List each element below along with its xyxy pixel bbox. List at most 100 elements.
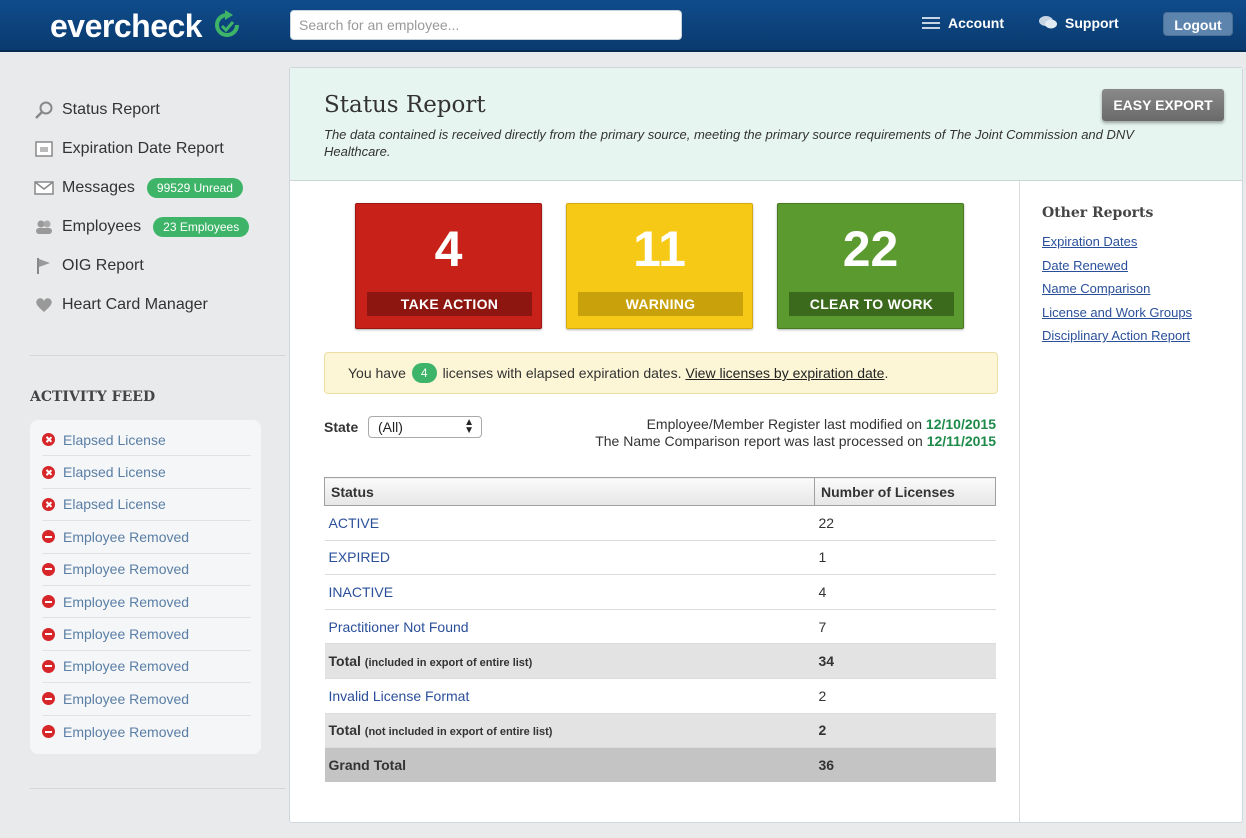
sidebar-item-label: Expiration Date Report bbox=[62, 139, 224, 157]
activity-feed-title: ACTIVITY FEED bbox=[30, 389, 156, 405]
minus-circle-icon bbox=[42, 562, 55, 576]
sidebar-item-label: Messages bbox=[62, 178, 135, 196]
table-header-row: Status Number of Licenses bbox=[324, 477, 996, 506]
license-count: 4 bbox=[814, 574, 996, 610]
status-link-practitioner-not-found[interactable]: Practitioner Not Found bbox=[324, 609, 815, 645]
table-row: ACTIVE 22 bbox=[324, 505, 996, 541]
account-label: Account bbox=[948, 15, 1004, 31]
total-count: 2 bbox=[814, 713, 996, 749]
feed-item[interactable]: Employee Removed bbox=[42, 586, 251, 619]
clear-to-work-count: 22 bbox=[842, 221, 899, 277]
other-reports-panel: Other Reports Expiration Dates Date Rene… bbox=[1019, 181, 1242, 822]
sidebar-item-employees[interactable]: Employees 23 Employees bbox=[30, 207, 286, 246]
feed-item-label: Elapsed License bbox=[63, 464, 166, 481]
minus-circle-icon bbox=[42, 725, 55, 739]
column-header-count[interactable]: Number of Licenses bbox=[814, 477, 996, 506]
name-comparison-date: 12/11/2015 bbox=[926, 433, 996, 449]
sidebar-nav: Status Report Expiration Date Report Sta… bbox=[30, 90, 286, 324]
easy-export-button[interactable]: EASY EXPORT bbox=[1102, 89, 1224, 121]
sidebar-item-label: Status Report bbox=[62, 100, 160, 118]
alert-prefix: You have bbox=[348, 365, 406, 381]
license-count: 7 bbox=[814, 609, 996, 645]
logo-refresh-icon bbox=[215, 10, 239, 37]
feed-item[interactable]: Employee Removed bbox=[42, 554, 251, 586]
employee-search-input[interactable] bbox=[290, 10, 682, 40]
support-label: Support bbox=[1065, 15, 1119, 31]
unread-count-badge: 99529 Unread bbox=[146, 177, 243, 198]
warning-label: WARNING bbox=[578, 292, 743, 316]
top-navigation-bar: evercheck Account Support Logout bbox=[0, 0, 1246, 52]
total-note: (not included in export of entire list) bbox=[364, 726, 553, 739]
sidebar-item-messages[interactable]: Status Report Messages 99529 Unread bbox=[30, 168, 286, 207]
take-action-tile[interactable]: 4 TAKE ACTION bbox=[355, 203, 542, 329]
total-note: (included in export of entire list) bbox=[364, 657, 533, 670]
link-name-comparison[interactable]: Name Comparison bbox=[1042, 281, 1150, 296]
sidebar-divider bbox=[30, 788, 286, 789]
main-panel: Status Report The data contained is rece… bbox=[289, 67, 1243, 823]
employee-count-badge: 23 Employees bbox=[153, 216, 250, 237]
sidebar-item-oig-report[interactable]: OIG Report bbox=[30, 246, 286, 285]
total-count: 34 bbox=[814, 643, 996, 679]
feed-item[interactable]: Employee Removed bbox=[42, 683, 251, 716]
total-label: Total (not included in export of entire … bbox=[324, 713, 815, 749]
logout-button[interactable]: Logout bbox=[1163, 12, 1233, 36]
table-total-row: Total (not included in export of entire … bbox=[324, 713, 996, 749]
table-row: Practitioner Not Found 7 bbox=[324, 609, 996, 645]
status-link-invalid-license-format[interactable]: Invalid License Format bbox=[324, 678, 815, 714]
sidebar-item-expiration-date-report[interactable]: Expiration Date Report bbox=[30, 129, 286, 168]
link-date-renewed[interactable]: Date Renewed bbox=[1042, 258, 1128, 273]
grand-total-count: 36 bbox=[814, 747, 996, 783]
sidebar-divider bbox=[30, 355, 286, 356]
sidebar-item-label: OIG Report bbox=[62, 256, 144, 274]
status-link-expired[interactable]: EXPIRED bbox=[324, 540, 815, 576]
feed-item-label: Employee Removed bbox=[63, 528, 190, 545]
status-link-inactive[interactable]: INACTIVE bbox=[324, 574, 815, 610]
table-row: Invalid License Format 2 bbox=[324, 678, 996, 714]
register-modified-date: 12/10/2015 bbox=[925, 416, 996, 432]
clear-to-work-tile[interactable]: 22 CLEAR TO WORK bbox=[777, 203, 964, 329]
feed-item[interactable]: Employee Removed bbox=[42, 651, 251, 684]
column-header-status[interactable]: Status bbox=[324, 477, 815, 506]
flag-icon bbox=[34, 257, 54, 275]
feed-item-label: Employee Removed bbox=[63, 561, 190, 578]
feed-item-label: Employee Removed bbox=[63, 723, 190, 740]
total-label-text: Total bbox=[328, 653, 361, 670]
report-header: Status Report The data contained is rece… bbox=[290, 68, 1242, 181]
feed-item[interactable]: Employee Removed bbox=[42, 618, 251, 651]
link-license-work-groups[interactable]: License and Work Groups bbox=[1042, 305, 1192, 320]
feed-item[interactable]: Elapsed License bbox=[42, 424, 251, 457]
page-subtitle: The data contained is received directly … bbox=[324, 127, 1134, 159]
warning-count: 11 bbox=[633, 221, 686, 277]
feed-item-label: Employee Removed bbox=[63, 626, 190, 643]
select-arrows-icon: ▲ ▼ bbox=[464, 417, 474, 436]
alert-count-badge: 4 bbox=[411, 363, 437, 383]
feed-item-label: Employee Removed bbox=[63, 690, 190, 707]
envelope-icon bbox=[34, 179, 54, 197]
status-table: Status Number of Licenses ACTIVE 22 EXPI… bbox=[324, 477, 996, 783]
minus-circle-icon bbox=[42, 627, 55, 641]
status-link-active[interactable]: ACTIVE bbox=[324, 505, 815, 541]
alert-suffix: . bbox=[884, 365, 889, 381]
license-count: 2 bbox=[814, 678, 996, 714]
support-menu[interactable]: Support bbox=[1039, 15, 1119, 31]
feed-item[interactable]: Employee Removed bbox=[42, 716, 251, 748]
sidebar-item-status-report[interactable]: Status Report bbox=[30, 90, 286, 129]
account-menu[interactable]: Account bbox=[922, 15, 1004, 31]
minus-circle-icon bbox=[42, 692, 55, 706]
take-action-count: 4 bbox=[434, 221, 463, 277]
warning-tile[interactable]: 11 WARNING bbox=[566, 203, 753, 329]
link-expiration-dates[interactable]: Expiration Dates bbox=[1042, 234, 1137, 249]
table-row: EXPIRED 1 bbox=[324, 540, 996, 576]
view-licenses-link[interactable]: View licenses by expiration date bbox=[685, 365, 884, 381]
feed-item[interactable]: Elapsed License bbox=[42, 456, 251, 489]
people-icon bbox=[34, 218, 54, 236]
state-select[interactable]: (All) ▲ ▼ bbox=[368, 416, 482, 438]
take-action-label: TAKE ACTION bbox=[367, 292, 532, 316]
link-disciplinary-action-report[interactable]: Disciplinary Action Report bbox=[1042, 328, 1190, 343]
feed-item[interactable]: Elapsed License bbox=[42, 489, 251, 522]
chat-bubbles-icon bbox=[1039, 16, 1057, 29]
sidebar-item-heart-card-manager[interactable]: Heart Card Manager bbox=[30, 285, 286, 324]
feed-item[interactable]: Employee Removed bbox=[42, 521, 251, 554]
evercheck-logo[interactable]: evercheck bbox=[50, 8, 203, 45]
page-title: Status Report bbox=[324, 92, 486, 118]
